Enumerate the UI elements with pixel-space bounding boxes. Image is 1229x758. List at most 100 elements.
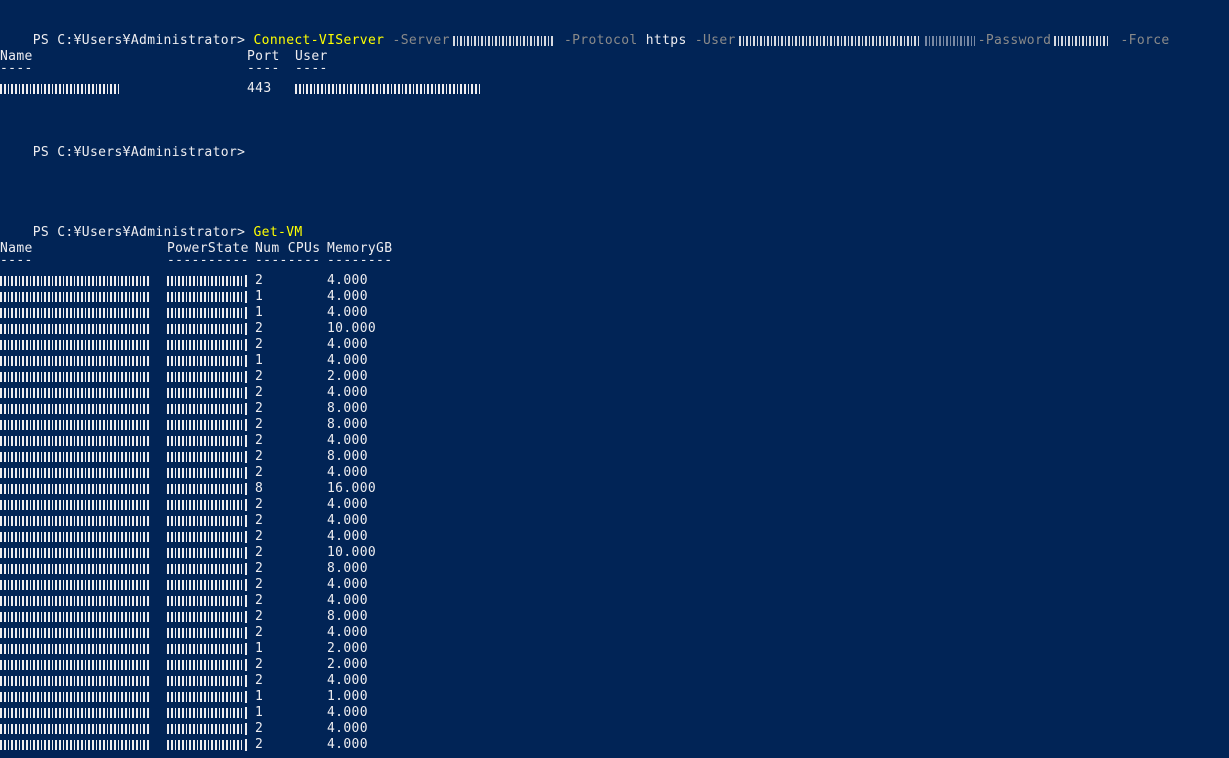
vm-table-row: 2 4.000 (0, 385, 600, 401)
vm-num-cpus: 2 (255, 673, 264, 688)
vm-num-cpus: 2 (255, 401, 264, 416)
vm-num-cpus: 2 (255, 609, 264, 624)
column-separator (245, 499, 247, 511)
redacted-vm-name (0, 436, 150, 446)
redacted-vm-name (0, 308, 150, 318)
vm-table-row: 2 4.000 (0, 529, 600, 545)
redacted-vm-name (0, 548, 150, 558)
column-separator (245, 547, 247, 559)
vm-num-cpus: 2 (255, 369, 264, 384)
redacted-vm-powerstate (167, 452, 243, 462)
vm-num-cpus: 2 (255, 433, 264, 448)
column-separator (245, 675, 247, 687)
redacted-vm-name (0, 452, 150, 462)
redacted-vm-powerstate (167, 340, 243, 350)
redacted-server-value (452, 35, 553, 46)
vm-num-cpus: 2 (255, 273, 264, 288)
redacted-vm-powerstate (167, 308, 243, 318)
redacted-vm-name (0, 516, 150, 526)
vm-table-row: 2 8.000 (0, 417, 600, 433)
redacted-vm-powerstate (167, 612, 243, 622)
column-separator (245, 307, 247, 319)
prompt-line: PS C:¥Users¥Administrator> (0, 129, 245, 160)
redacted-vm-powerstate (167, 420, 243, 430)
vm-table-row: 2 8.000 (0, 449, 600, 465)
vm-table-row: 1 4.000 (0, 705, 600, 721)
vm-num-cpus: 1 (255, 353, 264, 368)
redacted-vm-name (0, 324, 150, 334)
vm-table-row: 2 2.000 (0, 657, 600, 673)
vm-memory-gb: 4.000 (327, 513, 368, 528)
redacted-vm-name (0, 276, 150, 286)
redacted-vm-name (0, 692, 150, 702)
powershell-console[interactable]: PS C:¥Users¥Administrator> Connect-VISer… (0, 0, 1229, 758)
column-separator (245, 691, 247, 703)
vm-memory-gb: 4.000 (327, 721, 368, 736)
redacted-vm-powerstate (167, 548, 243, 558)
vm-memory-gb: 4.000 (327, 289, 368, 304)
vm-num-cpus: 2 (255, 513, 264, 528)
get-vm-command-line: PS C:¥Users¥Administrator> Get-VM (0, 209, 303, 240)
vm-table-row: 8 16.000 (0, 481, 600, 497)
conn-port-value: 443 (247, 81, 272, 96)
vm-memory-gb: 4.000 (327, 577, 368, 592)
vm-table-row: 2 8.000 (0, 609, 600, 625)
column-separator (245, 355, 247, 367)
redacted-vm-powerstate (167, 436, 243, 446)
column-separator (245, 515, 247, 527)
redacted-vm-name (0, 388, 150, 398)
vm-num-cpus: 2 (255, 737, 264, 752)
redacted-vm-name (0, 564, 150, 574)
vm-memory-gb: 4.000 (327, 465, 368, 480)
column-separator (245, 707, 247, 719)
column-separator (245, 387, 247, 399)
vm-memory-gb: 4.000 (327, 497, 368, 512)
redacted-vm-powerstate (167, 532, 243, 542)
vm-num-cpus: 2 (255, 545, 264, 560)
vm-num-cpus: 2 (255, 577, 264, 592)
column-separator (245, 291, 247, 303)
redacted-vm-powerstate (167, 628, 243, 638)
connect-command-line: PS C:¥Users¥Administrator> Connect-VISer… (0, 17, 1170, 48)
redacted-conn-user (295, 84, 481, 94)
redacted-vm-powerstate (167, 644, 243, 654)
column-separator (245, 595, 247, 607)
vm-table-row: 2 4.000 (0, 625, 600, 641)
vm-num-cpus: 8 (255, 481, 264, 496)
vm-num-cpus: 2 (255, 465, 264, 480)
column-separator (245, 739, 247, 751)
prompt-text: PS C:¥Users¥Administrator> (32, 225, 246, 240)
vm-table-row: 1 4.000 (0, 305, 600, 321)
vm-memory-gb: 4.000 (327, 705, 368, 720)
prompt-text: PS C:¥Users¥Administrator> (32, 145, 246, 160)
password-flag: -Password (977, 33, 1052, 48)
redacted-vm-powerstate (167, 676, 243, 686)
server-flag: -Server (392, 33, 450, 48)
vm-num-cpus: 2 (255, 417, 264, 432)
redacted-vm-powerstate (167, 724, 243, 734)
prompt-text: PS C:¥Users¥Administrator> (32, 33, 246, 48)
vm-table-row: 2 4.000 (0, 337, 600, 353)
vm-num-cpus: 2 (255, 657, 264, 672)
vm-memory-gb: 16.000 (327, 481, 377, 496)
column-separator (245, 467, 247, 479)
vm-memory-gb: 8.000 (327, 609, 368, 624)
redacted-vm-powerstate (167, 500, 243, 510)
vm-table-row: 2 4.000 (0, 513, 600, 529)
redacted-vm-powerstate (167, 484, 243, 494)
redacted-vm-powerstate (167, 356, 243, 366)
vm-memory-gb: 10.000 (327, 545, 377, 560)
redacted-vm-powerstate (167, 516, 243, 526)
column-separator (245, 483, 247, 495)
redacted-password-value (1054, 35, 1110, 46)
vm-memory-gb: 4.000 (327, 737, 368, 752)
redacted-vm-powerstate (167, 692, 243, 702)
vm-table-row: 2 4.000 (0, 673, 600, 689)
vm-num-cpus: 2 (255, 721, 264, 736)
vm-table-row: 2 8.000 (0, 561, 600, 577)
redacted-vm-powerstate (167, 372, 243, 382)
vm-num-cpus: 1 (255, 689, 264, 704)
redacted-user-value (738, 35, 919, 46)
vm-memory-gb: 4.000 (327, 305, 368, 320)
redacted-vm-name (0, 644, 150, 654)
